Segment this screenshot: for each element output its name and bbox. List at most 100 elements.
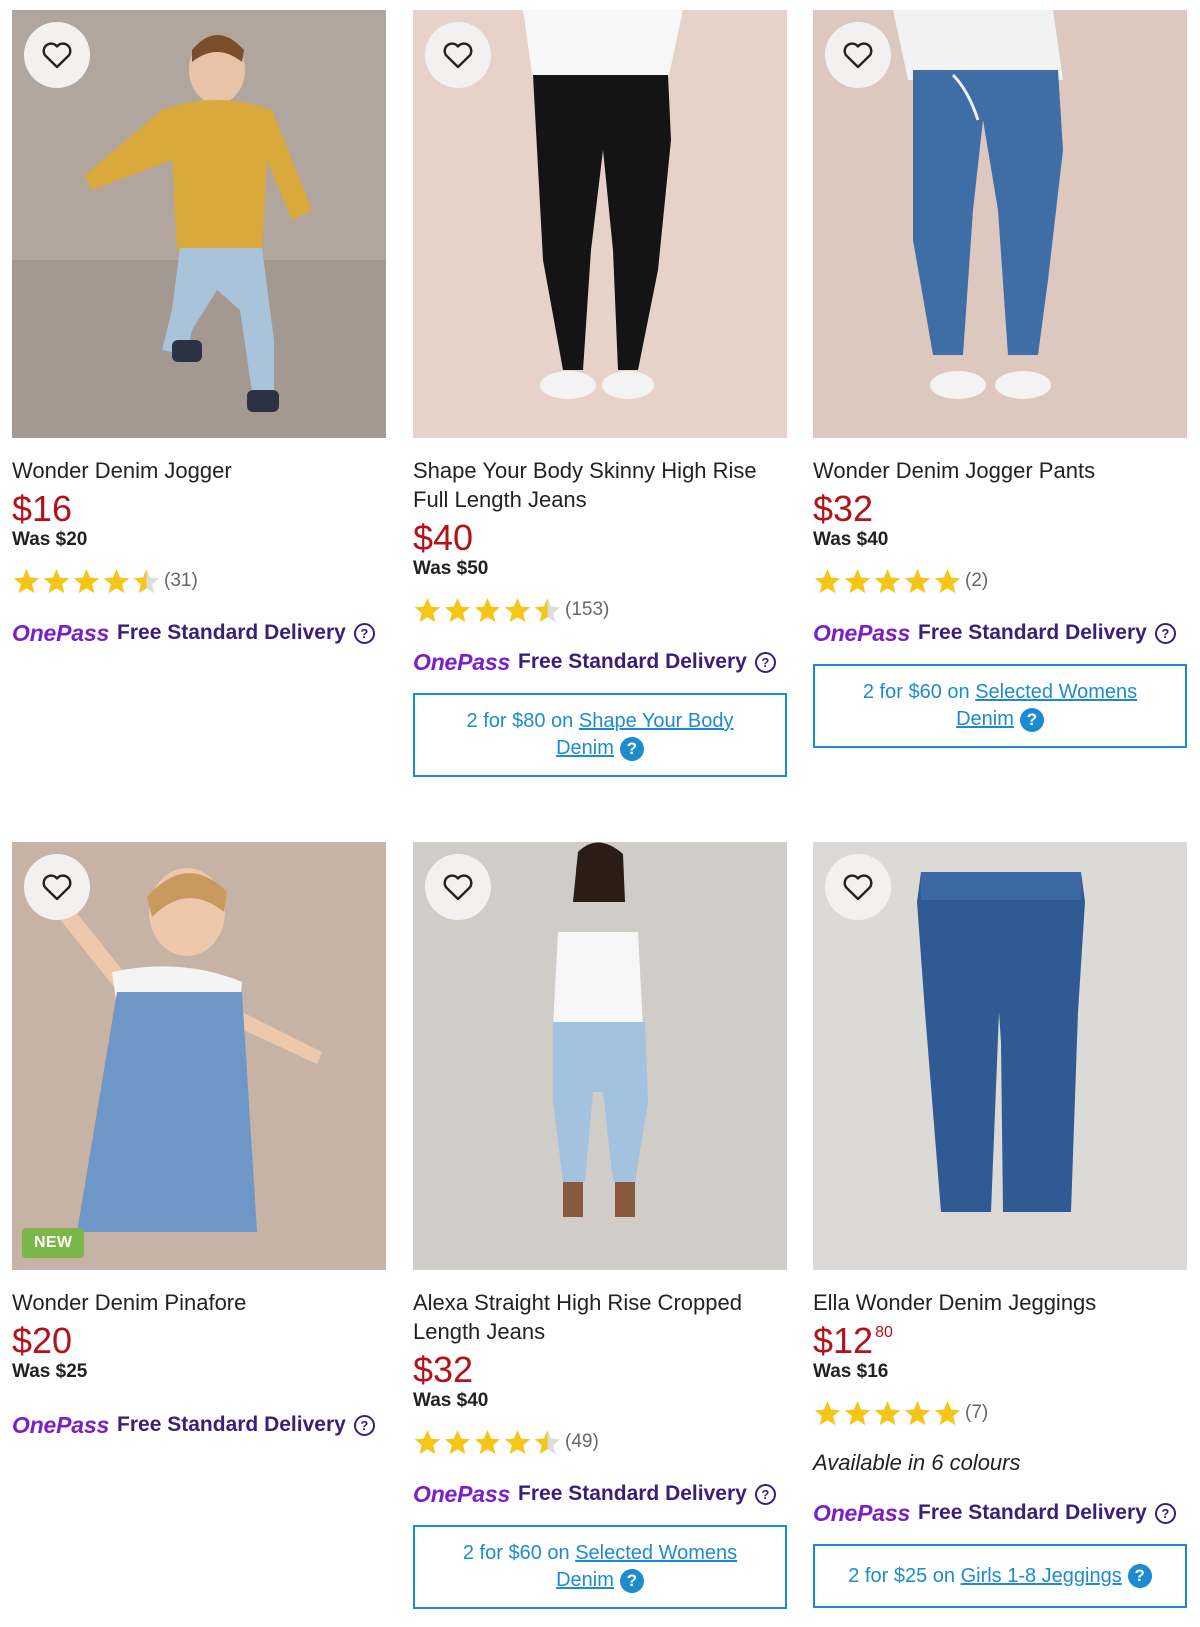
product-card: NEW Wonder Denim Pinafore $20 Was $25 On… (12, 842, 386, 1440)
star-icon (934, 1400, 961, 1426)
product-title[interactable]: Wonder Denim Jogger (12, 456, 386, 485)
star-icon (13, 568, 40, 594)
product-grid: Wonder Denim Jogger $16 Was $20 (31) One… (0, 0, 1200, 1627)
product-image[interactable] (413, 10, 787, 438)
was-price: Was $20 (12, 529, 88, 550)
star-rating (413, 1428, 563, 1456)
onepass-logo: OnePass (813, 1499, 911, 1526)
product-price: $32 (813, 491, 1187, 527)
heart-outline-icon (42, 42, 72, 69)
rating[interactable]: (49) (413, 1427, 787, 1457)
question-filled-icon[interactable]: ? (1127, 1564, 1152, 1589)
rating[interactable]: (7) (813, 1398, 1187, 1428)
promo-box: 2 for $60 on Selected Womens Denim? (813, 664, 1187, 748)
heart-outline-icon (443, 874, 473, 901)
promo-prefix: 2 for $80 on (466, 710, 574, 732)
product-card: Wonder Denim Jogger Pants $32 Was $40 (2… (813, 10, 1187, 748)
product-card: Alexa Straight High Rise Cropped Length … (413, 842, 787, 1609)
heart-outline-icon (843, 874, 873, 901)
promo-text: 2 for $80 on Shape Your Body Denim? (445, 708, 755, 762)
star-icon (73, 568, 100, 594)
product-price: $40 (413, 520, 787, 556)
was-price: Was $50 (413, 558, 489, 579)
question-circle-icon[interactable]: ? (1154, 622, 1176, 644)
star-icon (534, 597, 561, 623)
available-colours: Available in 6 colours (813, 1450, 1021, 1475)
favourite-button[interactable] (425, 854, 491, 920)
star-icon (103, 568, 130, 594)
question-circle-icon[interactable]: ? (353, 622, 375, 644)
review-count: (2) (965, 570, 989, 591)
price-dollars: $40 (413, 517, 474, 558)
question-filled-icon[interactable]: ? (619, 736, 644, 761)
product-image[interactable] (413, 842, 787, 1270)
rating[interactable]: (2) (813, 566, 1187, 596)
favourite-button[interactable] (24, 22, 90, 88)
question-circle-icon[interactable]: ? (754, 651, 776, 673)
review-count: (7) (965, 1402, 989, 1423)
was-price: Was $40 (413, 1390, 489, 1411)
favourite-button[interactable] (825, 854, 891, 920)
product-title[interactable]: Wonder Denim Pinafore (12, 1288, 386, 1317)
star-icon (934, 568, 961, 594)
onepass-logo: OnePass (813, 619, 911, 646)
product-image[interactable]: NEW (12, 842, 386, 1270)
onepass-logo: OnePass (12, 619, 110, 646)
star-icon (474, 1429, 501, 1455)
heart-outline-icon (42, 874, 72, 901)
promo-link[interactable]: Selected Womens Denim (556, 1542, 737, 1591)
product-price: $20 (12, 1323, 386, 1359)
question-circle-icon[interactable]: ? (353, 1414, 375, 1436)
delivery-label: Free Standard Delivery (518, 1482, 747, 1505)
star-icon (504, 597, 531, 623)
star-icon (444, 597, 471, 623)
promo-link[interactable]: Shape Your Body Denim (556, 710, 733, 759)
onepass-delivery: OnePass Free Standard Delivery ? (813, 1498, 1187, 1528)
product-title[interactable]: Alexa Straight High Rise Cropped Length … (413, 1288, 787, 1346)
product-image[interactable] (12, 10, 386, 438)
star-rating (813, 1399, 963, 1427)
question-circle-icon[interactable]: ? (1154, 1502, 1176, 1524)
star-rating (813, 567, 963, 595)
onepass-delivery: OnePass Free Standard Delivery ? (12, 618, 386, 648)
star-icon (844, 1400, 871, 1426)
promo-link[interactable]: Selected Womens Denim (956, 681, 1137, 730)
price-dollars: $32 (413, 1349, 474, 1390)
product-title[interactable]: Shape Your Body Skinny High Rise Full Le… (413, 456, 787, 514)
price-dollars: $32 (813, 488, 874, 529)
onepass-delivery: OnePass Free Standard Delivery ? (12, 1410, 386, 1440)
product-image[interactable] (813, 842, 1187, 1270)
product-card: Shape Your Body Skinny High Rise Full Le… (413, 10, 787, 777)
star-icon (814, 568, 841, 594)
was-price: Was $40 (813, 529, 889, 550)
product-image[interactable] (813, 10, 1187, 438)
question-filled-icon[interactable]: ? (619, 1568, 644, 1593)
star-icon (474, 597, 501, 623)
favourite-button[interactable] (825, 22, 891, 88)
delivery-label: Free Standard Delivery (117, 1413, 346, 1436)
price-dollars: $20 (12, 1320, 73, 1361)
promo-link[interactable]: Girls 1-8 Jeggings (961, 1565, 1122, 1587)
question-filled-icon[interactable]: ? (1019, 707, 1044, 732)
question-circle-icon[interactable]: ? (754, 1483, 776, 1505)
star-icon (904, 568, 931, 594)
favourite-button[interactable] (24, 854, 90, 920)
rating[interactable]: (153) (413, 595, 787, 625)
star-icon (844, 568, 871, 594)
product-price: $16 (12, 491, 386, 527)
star-icon (504, 1429, 531, 1455)
star-rating (413, 596, 563, 624)
product-title[interactable]: Wonder Denim Jogger Pants (813, 456, 1187, 485)
star-icon (133, 568, 160, 594)
rating[interactable]: (31) (12, 566, 386, 596)
product-price: $32 (413, 1352, 787, 1388)
price-cents: 80 (875, 1324, 893, 1341)
star-rating (12, 567, 162, 595)
star-icon (534, 1429, 561, 1455)
heart-outline-icon (443, 42, 473, 69)
onepass-delivery: OnePass Free Standard Delivery ? (813, 618, 1187, 648)
favourite-button[interactable] (425, 22, 491, 88)
delivery-label: Free Standard Delivery (518, 650, 747, 673)
was-price: Was $25 (12, 1361, 88, 1382)
product-title[interactable]: Ella Wonder Denim Jeggings (813, 1288, 1187, 1317)
